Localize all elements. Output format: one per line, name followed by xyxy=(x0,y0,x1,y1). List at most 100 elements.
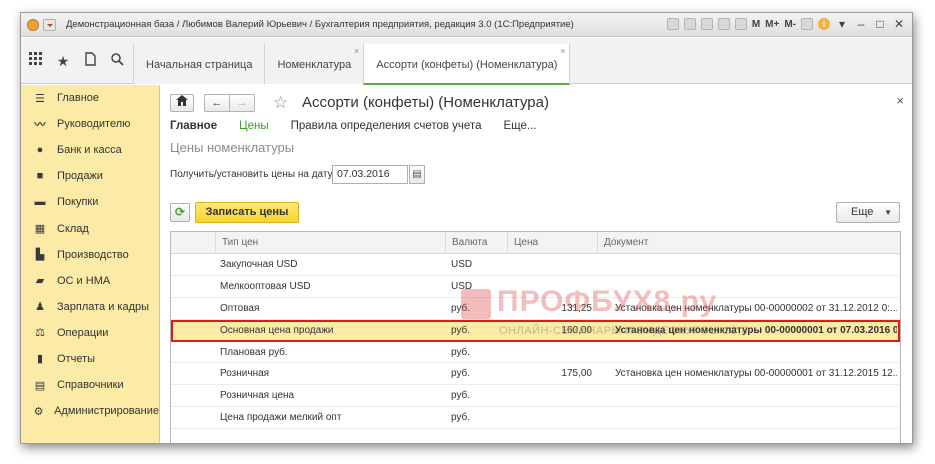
search-icon[interactable] xyxy=(108,52,126,70)
tab-assorti-card[interactable]: Ассорти (конфеты) (Номенклатура) × xyxy=(363,44,571,86)
link-icon[interactable] xyxy=(683,18,696,30)
nav-link-more[interactable]: Еще... xyxy=(503,120,536,132)
cart-icon: ▬ xyxy=(34,196,46,209)
table-row[interactable]: Плановая руб. руб. xyxy=(171,342,900,364)
header-price-type[interactable]: Тип цен xyxy=(215,232,445,254)
sidebar-item-label: Администрирование xyxy=(54,405,159,418)
back-button[interactable]: ← xyxy=(204,94,230,112)
memory-plus-button[interactable]: M+ xyxy=(765,19,779,30)
calendar-icon[interactable] xyxy=(717,18,730,30)
favorites-star-icon[interactable]: ★ xyxy=(54,52,72,70)
header-currency[interactable]: Валюта xyxy=(445,232,507,254)
info-icon[interactable]: i xyxy=(818,18,830,30)
sidebar-item-operations[interactable]: ⚖ Операции xyxy=(21,320,159,346)
cell-currency: руб. xyxy=(451,368,471,380)
table-row[interactable]: Мелкооптовая USD USD xyxy=(171,276,900,298)
refresh-button[interactable]: ⟳ xyxy=(170,203,190,222)
sidebar-item-manager[interactable]: 〰 Руководителю xyxy=(21,111,159,137)
sidebar-item-admin[interactable]: ⚙ Администрирование xyxy=(21,398,159,424)
nav-link-main[interactable]: Главное xyxy=(170,120,217,132)
tab-nomenclature[interactable]: Номенклатура × xyxy=(264,44,364,84)
gear-icon: ⚙ xyxy=(33,405,44,418)
sidebar-item-production[interactable]: ▙ Производство xyxy=(21,242,159,268)
copy-icon[interactable] xyxy=(666,18,679,30)
cell-price: 131,25 xyxy=(561,302,592,314)
price-date-field[interactable]: 07.03.2016 xyxy=(332,165,408,184)
sidebar-item-label: Руководителю xyxy=(57,118,131,131)
sidebar-item-purchases[interactable]: ▬ Покупки xyxy=(21,189,159,215)
table-row[interactable]: Основная цена продажи руб. 160,00 Установка… xyxy=(171,319,900,342)
chevron-down-icon[interactable]: ▾ xyxy=(835,17,849,31)
table-row[interactable]: Розничная руб. 175,00 Установка цен номенкл… xyxy=(171,363,900,386)
sidebar-item-sales[interactable]: ■ Продажи xyxy=(21,163,159,189)
operations-icon: ⚖ xyxy=(35,327,45,340)
cell-type: Закупочная USD xyxy=(220,259,298,270)
sidebar-item-payroll[interactable]: ♟ Зарплата и кадры xyxy=(21,294,159,320)
sidebar-item-reports[interactable]: ▮ Отчеты xyxy=(21,346,159,372)
cell-currency: руб. xyxy=(451,346,471,358)
sidebar-item-label: ОС и НМА xyxy=(57,274,111,287)
sidebar-item-fixed-assets[interactable]: ▰ ОС и НМА xyxy=(21,268,159,294)
sidebar-item-bank[interactable]: ● Банк и касса xyxy=(21,137,159,163)
minimize-icon[interactable]: – xyxy=(854,17,868,31)
more-actions-button[interactable]: Еще ▼ xyxy=(836,202,900,223)
close-form-icon[interactable]: × xyxy=(896,93,904,108)
main-menu-icon[interactable] xyxy=(43,18,56,31)
home-button[interactable] xyxy=(170,94,194,112)
sidebar-item-main[interactable]: ☰ Главное xyxy=(21,85,159,111)
sidebar-item-warehouse[interactable]: ▦ Склад xyxy=(21,215,159,241)
save-icon[interactable] xyxy=(700,18,713,30)
window-title: Демонстрационная база / Любимов Валерий … xyxy=(66,19,574,30)
sidebar-item-catalogs[interactable]: ▤ Справочники xyxy=(21,372,159,398)
table-row[interactable]: Закупочная USD USD xyxy=(171,254,900,276)
sidebar-item-label: Главное xyxy=(57,92,100,105)
chart-line-icon: 〰 xyxy=(34,119,46,132)
cell-type: Розничная xyxy=(220,368,270,380)
cell-price xyxy=(507,342,592,363)
forward-button[interactable]: → xyxy=(229,94,255,112)
save-prices-button[interactable]: Записать цены xyxy=(195,202,299,223)
sidebar-item-label: Продажи xyxy=(57,170,103,183)
header-price[interactable]: Цена xyxy=(507,232,597,254)
cell-price: 175,00 xyxy=(561,368,592,380)
nav-link-account-rules[interactable]: Правила определения счетов учета xyxy=(291,120,482,132)
cell-document xyxy=(615,342,897,363)
section-title: Цены номенклатуры xyxy=(170,140,295,155)
close-tab-icon[interactable]: × xyxy=(560,30,565,72)
cell-document xyxy=(615,407,897,428)
more-actions-label: Еще xyxy=(851,206,874,218)
sidebar-item-label: Склад xyxy=(57,222,89,235)
cell-document: Установка цен номенклатуры 00-00000002 о… xyxy=(615,302,897,314)
compare-icon[interactable] xyxy=(801,18,813,30)
cell-document xyxy=(615,276,897,297)
favorite-star-icon[interactable]: ☆ xyxy=(273,93,288,113)
cell-type: Мелкооптовая USD xyxy=(220,280,311,292)
memory-button[interactable]: M xyxy=(752,19,760,30)
header-document[interactable]: Документ xyxy=(597,232,900,254)
form-navigation: Главное Цены Правила определения счетов … xyxy=(170,120,536,132)
close-window-icon[interactable]: ✕ xyxy=(892,17,906,31)
maximize-icon[interactable]: □ xyxy=(873,17,887,31)
table-row[interactable]: Цена продажи мелкий опт руб. xyxy=(171,407,900,430)
tab-label: Начальная страница xyxy=(146,59,253,71)
warehouse-icon: ▦ xyxy=(34,223,46,236)
memory-minus-button[interactable]: M- xyxy=(784,19,796,30)
cell-document: Установка цен номенклатуры 00-00000001 о… xyxy=(615,324,897,336)
cell-currency: USD xyxy=(451,259,473,270)
cell-currency: USD xyxy=(451,280,473,292)
cell-type: Цена продажи мелкий опт xyxy=(220,412,342,424)
tab-label: Ассорти (конфеты) (Номенклатура) xyxy=(376,59,558,71)
nav-link-prices[interactable]: Цены xyxy=(239,120,269,132)
sidebar-item-label: Отчеты xyxy=(57,352,96,365)
calculator-icon[interactable] xyxy=(734,18,747,30)
cell-type: Розничная цена xyxy=(220,390,295,402)
cell-price: 160,00 xyxy=(561,324,592,336)
table-row[interactable]: Розничная цена руб. xyxy=(171,385,900,408)
history-icon[interactable] xyxy=(81,52,99,70)
apps-grid-icon[interactable] xyxy=(27,52,45,70)
close-tab-icon[interactable]: × xyxy=(354,30,359,72)
date-label: Получить/установить цены на дату: xyxy=(170,169,336,180)
calendar-picker-icon[interactable]: ▤ xyxy=(409,165,425,184)
tab-home[interactable]: Начальная страница xyxy=(133,44,265,84)
table-row[interactable]: Оптовая руб. 131,25 Установка цен номенклат… xyxy=(171,298,900,320)
